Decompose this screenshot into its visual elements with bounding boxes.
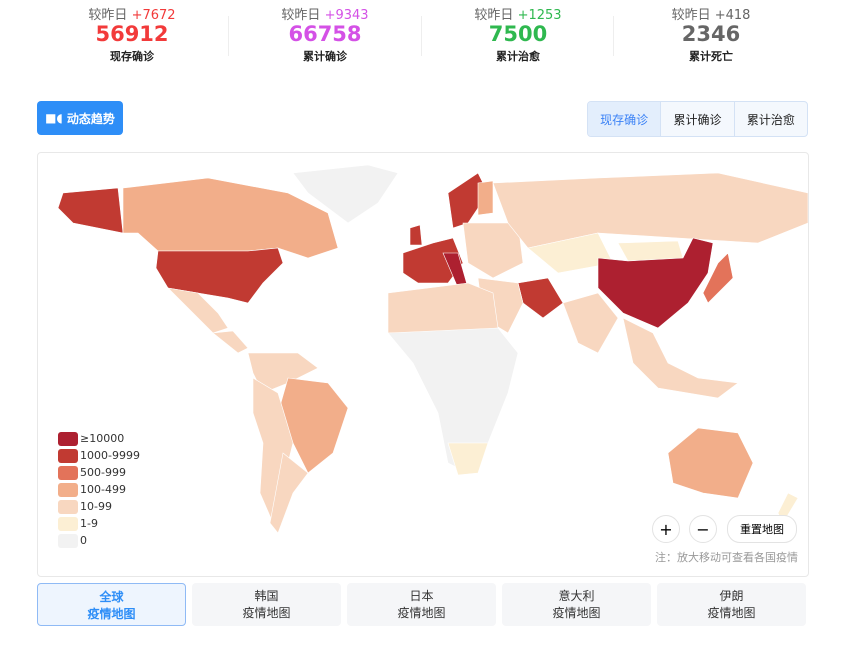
delta-value: +9343 [324, 8, 369, 23]
stat-card: 较昨日 +7672 56912 现存确诊 [36, 0, 228, 64]
legend-swatch [58, 465, 78, 480]
mongolia [617, 240, 684, 262]
divider [228, 16, 229, 56]
world-map-canvas[interactable] [38, 153, 808, 576]
legend-swatch [58, 533, 78, 548]
legend-item[interactable]: 500-999 [58, 464, 140, 481]
legend-item[interactable]: 100-499 [58, 481, 140, 498]
reset-map-button[interactable]: 重置地图 [727, 515, 797, 543]
region-map-button[interactable]: 全球 疫情地图 [37, 583, 186, 626]
delta-value: +1253 [517, 8, 562, 23]
legend-label: 100-499 [80, 483, 126, 496]
zoom-in-button[interactable]: + [652, 515, 680, 543]
stat-value: 2346 [681, 22, 741, 46]
stat-card: 较昨日 +418 2346 累计死亡 [615, 0, 807, 64]
region-name: 日本 [409, 589, 434, 603]
southeast-asia [622, 317, 739, 399]
map-mode-tabs: 现存确诊 累计确诊 累计治愈 [587, 101, 808, 137]
delta-label: 较昨日 [281, 8, 321, 23]
region-name: 意大利 [558, 589, 595, 603]
legend-item[interactable]: 10-99 [58, 498, 140, 515]
legend-label: 1000-9999 [80, 449, 140, 462]
delta-label: 较昨日 [671, 8, 711, 23]
stat-label: 累计死亡 [689, 50, 733, 63]
legend: ≥10000 1000-9999 500-999 100-499 10-99 1-9 0 [58, 430, 140, 549]
legend-label: 500-999 [80, 466, 126, 479]
delta-value: +7672 [131, 8, 176, 23]
stat-label: 累计确诊 [303, 50, 347, 63]
map-note: 注：放大移动可查看各国疫情 [655, 551, 798, 564]
stat-value: 7500 [488, 22, 548, 46]
stat-value: 66758 [288, 22, 362, 46]
delta-label: 较昨日 [88, 8, 128, 23]
legend-item[interactable]: 0 [58, 532, 140, 549]
legend-item[interactable]: 1000-9999 [58, 447, 140, 464]
stat-value: 56912 [95, 22, 169, 46]
region-sub: 疫情地图 [707, 606, 756, 620]
tab-total-cured[interactable]: 累计治愈 [733, 102, 807, 136]
region-map-button[interactable]: 伊朗 疫情地图 [657, 583, 806, 626]
legend-label: 0 [80, 534, 87, 547]
iran [517, 277, 564, 319]
region-sub: 疫情地图 [397, 606, 446, 620]
legend-label: 1-9 [80, 517, 98, 530]
region-map-button[interactable]: 韩国 疫情地图 [192, 583, 341, 626]
stat-label: 现存确诊 [110, 50, 154, 63]
world-map[interactable]: ≥10000 1000-9999 500-999 100-499 10-99 1-9 0 +… [37, 152, 809, 577]
zoom-out-button[interactable]: − [689, 515, 717, 543]
region-map-button[interactable]: 日本 疫情地图 [347, 583, 496, 626]
region-name: 韩国 [254, 589, 279, 603]
region-name: 伊朗 [719, 589, 744, 603]
legend-swatch [58, 499, 78, 514]
region-sub: 疫情地图 [242, 606, 291, 620]
india [562, 292, 619, 354]
tab-current-confirmed[interactable]: 现存确诊 [588, 102, 661, 136]
north-africa [387, 282, 499, 334]
legend-label: ≥10000 [80, 432, 125, 445]
stat-label: 累计治愈 [496, 50, 540, 63]
divider [613, 16, 614, 56]
region-map-button[interactable]: 意大利 疫情地图 [502, 583, 651, 626]
video-camera-icon: ■◖ [45, 111, 63, 125]
divider [421, 16, 422, 56]
south-africa [447, 442, 489, 476]
legend-swatch [58, 482, 78, 497]
legend-swatch [58, 448, 78, 463]
stat-card: 较昨日 +9343 66758 累计确诊 [229, 0, 421, 64]
legend-item[interactable]: ≥10000 [58, 430, 140, 447]
trend-button[interactable]: ■◖ 动态趋势 [37, 101, 123, 135]
finland [477, 180, 494, 216]
legend-item[interactable]: 1-9 [58, 515, 140, 532]
russia [492, 172, 808, 249]
australia [667, 427, 754, 499]
tab-total-confirmed[interactable]: 累计确诊 [660, 102, 733, 136]
legend-label: 10-99 [80, 500, 112, 513]
delta-label: 较昨日 [474, 8, 514, 23]
region-sub: 疫情地图 [552, 606, 601, 620]
legend-swatch [58, 516, 78, 531]
stat-card: 较昨日 +1253 7500 累计治愈 [422, 0, 614, 64]
legend-swatch [58, 431, 78, 446]
east-europe [462, 222, 524, 279]
region-name: 全球 [99, 590, 124, 604]
uk [409, 224, 423, 246]
delta-value: +418 [714, 8, 751, 23]
central-america [212, 330, 249, 354]
region-sub: 疫情地图 [87, 607, 136, 621]
alaska [57, 187, 124, 234]
